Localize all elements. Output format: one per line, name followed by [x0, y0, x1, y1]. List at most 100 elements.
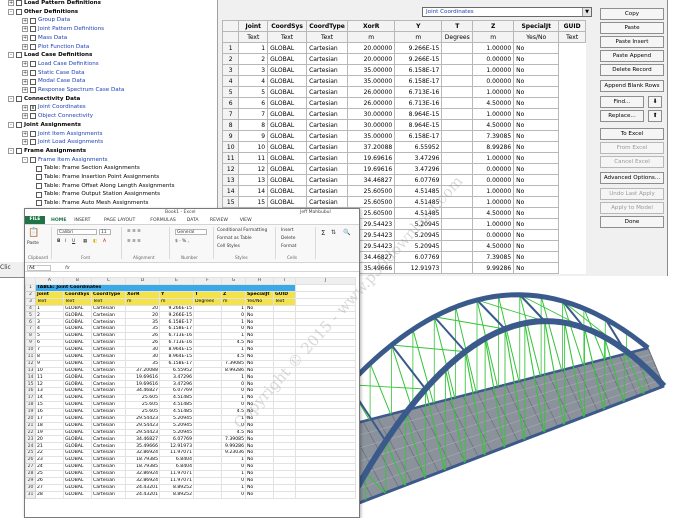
tree-row[interactable]: + Joint Item Assignments — [22, 130, 103, 139]
excel-cell[interactable]: 35 — [125, 325, 160, 334]
excel-cell[interactable]: No — [245, 345, 274, 354]
grid-cell[interactable] — [441, 64, 474, 76]
insert-cells-button[interactable]: Insert — [281, 228, 294, 233]
grid-cell[interactable]: 26.00000 — [347, 97, 396, 109]
excel-cell[interactable] — [193, 380, 222, 389]
tree-checkbox[interactable] — [30, 69, 36, 76]
excel-cell[interactable] — [193, 407, 222, 416]
grid-cell[interactable]: Cartesian — [306, 152, 349, 164]
excel-cell[interactable]: GLOBAL — [63, 380, 92, 389]
grid-cell[interactable]: GLOBAL — [267, 75, 308, 87]
excel-cell[interactable]: 19 — [35, 428, 64, 437]
excel-cell[interactable]: CoordSys — [63, 290, 92, 299]
expand-plus-icon[interactable]: + — [22, 26, 28, 33]
excel-cell[interactable]: No — [245, 483, 274, 492]
grid-cell[interactable] — [441, 152, 474, 164]
excel-cell[interactable]: 17 — [35, 414, 64, 423]
excel-cell[interactable]: 4.5 — [221, 339, 246, 347]
tree-row[interactable]: + Load Pattern Definitions — [8, 0, 101, 8]
grid-cell[interactable] — [441, 163, 474, 175]
excel-cell[interactable] — [193, 456, 222, 465]
excel-cell[interactable]: 5.20945 — [159, 414, 194, 423]
grid-cell[interactable]: No — [513, 229, 560, 241]
grid-cell[interactable]: 2 — [238, 53, 269, 65]
autosum-icon[interactable]: Σ — [321, 229, 325, 237]
excel-cell[interactable] — [193, 442, 222, 451]
excel-cell[interactable]: 12.91973 — [159, 442, 194, 451]
bold-icon[interactable]: B — [57, 239, 60, 244]
excel-cell[interactable] — [273, 490, 296, 499]
tree-checkbox[interactable] — [16, 122, 22, 129]
excel-cell[interactable]: No — [245, 476, 274, 485]
table-row[interactable]: 31 28 GLOBAL Cartesian 24.43201 8.89252 0 No — [25, 490, 356, 499]
grid-cell[interactable]: 9.99286 — [472, 262, 515, 274]
excel-cell[interactable]: No — [245, 490, 274, 499]
grid-cell[interactable]: GLOBAL — [267, 130, 308, 142]
table-row[interactable]: 4 1 GLOBAL Cartesian 20 9.266E-15 1 No — [25, 304, 356, 313]
currency-icon[interactable]: $ · % , — [175, 239, 189, 244]
grid-cell[interactable]: 8 — [238, 119, 269, 131]
excel-cell[interactable]: GLOBAL — [63, 387, 92, 396]
excel-cell[interactable]: Cartesian — [91, 442, 126, 451]
excel-cell[interactable]: Cartesian — [91, 380, 126, 389]
excel-header-row[interactable]: 2 Joint CoordSys CoordType XorR Y T Z SpecialJt G… — [25, 290, 356, 299]
excel-cell[interactable]: 19.69616 — [125, 373, 160, 382]
grid-row-header[interactable]: 11 — [221, 152, 240, 164]
table-row[interactable]: 5 5 GLOBAL Cartesian 26.00000 6.713E-16 1.0000… — [221, 86, 586, 98]
excel-row-number[interactable]: 11 — [25, 352, 36, 361]
grid-cell[interactable]: 30.00000 — [347, 119, 396, 131]
excel-cell[interactable]: 0 — [221, 387, 246, 396]
grid-cell[interactable]: 25.60500 — [347, 185, 396, 197]
collapse-minus-icon[interactable]: - — [8, 8, 14, 15]
excel-cell[interactable]: TABLE: Joint Coordinates — [35, 283, 296, 292]
excel-cell[interactable]: 4.51485 — [159, 394, 194, 403]
excel-cell[interactable]: Cartesian — [91, 325, 126, 334]
excel-cell[interactable] — [273, 483, 296, 492]
excel-column-header[interactable]: G — [221, 277, 246, 285]
excel-cell[interactable]: Cartesian — [91, 463, 126, 471]
excel-cell[interactable]: 5.20945 — [159, 421, 194, 430]
excel-cell[interactable]: 37.20088 — [125, 366, 160, 375]
grid-cell[interactable] — [441, 218, 474, 230]
excel-cell[interactable]: Cartesian — [91, 476, 126, 485]
excel-cell[interactable] — [193, 345, 222, 354]
grid-cell[interactable]: 7.39085 — [472, 130, 515, 142]
grid-cell[interactable]: 0.00000 — [472, 75, 515, 87]
excel-cell[interactable]: Cartesian — [91, 401, 126, 409]
grid-cell[interactable]: 9 — [238, 130, 269, 142]
table-row[interactable]: 7 4 GLOBAL Cartesian 35 6.158E-17 0 No — [25, 325, 356, 334]
grid-cell[interactable]: No — [513, 174, 560, 186]
tree-checkbox[interactable] — [30, 61, 36, 68]
excel-tab[interactable]: VIEW — [240, 217, 252, 224]
tree-row[interactable]: + Joint Load Assignments — [22, 138, 103, 147]
excel-row-number[interactable]: 31 — [25, 490, 36, 499]
excel-row-number[interactable]: 30 — [25, 483, 36, 492]
font-size-box[interactable]: 11 — [99, 229, 111, 235]
excel-cell[interactable] — [193, 359, 222, 368]
excel-cell[interactable]: Cartesian — [91, 394, 126, 403]
expand-plus-icon[interactable]: + — [22, 78, 28, 85]
excel-cell[interactable]: GLOBAL — [63, 428, 92, 437]
grid-cell[interactable]: Cartesian — [306, 141, 349, 153]
grid-row-header[interactable]: 7 — [221, 108, 240, 120]
grid-cell[interactable]: No — [513, 53, 560, 65]
tree-checkbox[interactable] — [16, 148, 22, 155]
expand-plus-icon[interactable]: + — [22, 87, 28, 94]
excel-row-number[interactable]: 5 — [25, 311, 36, 320]
excel-cell[interactable] — [193, 318, 222, 327]
excel-cell[interactable]: GLOBAL — [63, 345, 92, 354]
excel-cell[interactable]: 21 — [35, 442, 64, 451]
cell-styles-button[interactable]: Cell Styles — [217, 244, 240, 249]
tree-row[interactable]: Table: Frame Section Assignments — [36, 164, 140, 173]
excel-cell[interactable]: GLOBAL — [63, 332, 92, 341]
excel-column-header[interactable]: C — [91, 277, 126, 285]
table-row[interactable]: 15 15 GLOBAL Cartesian 25.60500 4.51485 1.0000… — [221, 196, 586, 208]
grid-column-header[interactable]: GUID — [558, 20, 586, 32]
excel-cell[interactable] — [295, 407, 356, 416]
excel-row-number[interactable]: 17 — [25, 394, 36, 403]
excel-cell[interactable]: m — [125, 297, 160, 306]
excel-cell[interactable] — [295, 387, 356, 396]
grid-cell[interactable] — [441, 207, 474, 219]
excel-cell[interactable]: Text — [91, 297, 126, 306]
excel-cell[interactable]: 0 — [221, 325, 246, 334]
